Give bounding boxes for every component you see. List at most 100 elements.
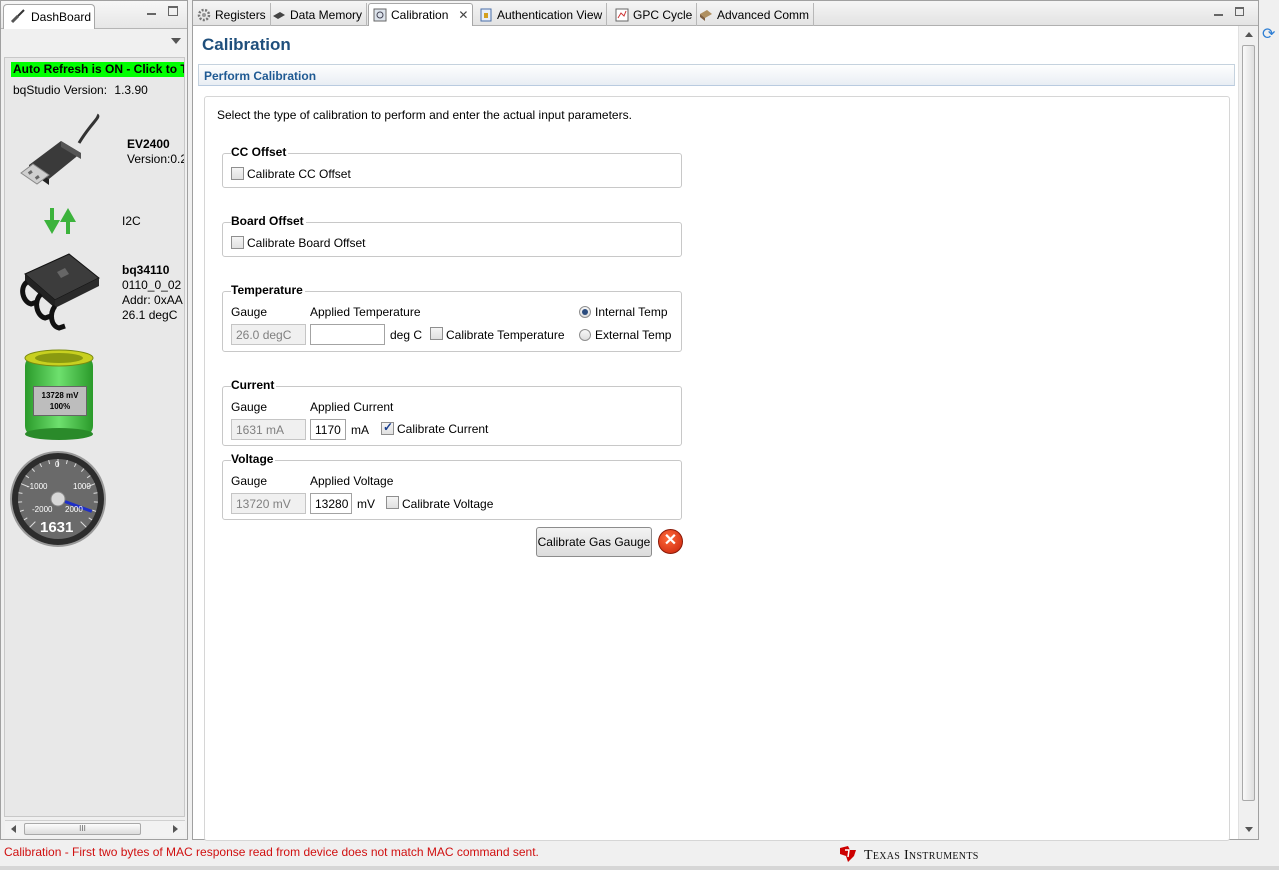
calibration-editor: Registers Data Memory Calibration ✕ Auth… [192,0,1259,841]
radio-label: Internal Temp [595,305,668,319]
group-title: CC Offset [231,145,289,159]
maximize-icon[interactable] [168,6,178,16]
battery-readout: 13728 mV 100% [33,386,87,416]
battery-percent: 100% [49,402,71,411]
adapter-name: EV2400 [127,137,170,151]
group-title: Board Offset [231,214,306,228]
applied-temperature-input[interactable] [310,324,385,345]
checkbox-label: Calibrate Temperature [446,328,565,342]
calibrate-current-checkbox[interactable] [381,420,394,435]
gear-icon [197,8,211,22]
tab-label: Advanced Comm [717,7,810,22]
scroll-right-icon[interactable] [173,825,178,833]
applied-label: Applied Temperature [310,305,421,319]
scrollbar-thumb[interactable]: III [24,823,141,835]
dashboard-content: Auto Refresh is ON - Click to Tu bqStudi… [4,57,185,817]
ti-logo-text: Texas Instruments [864,847,979,863]
gauge-tick-label: -1000 [27,482,48,491]
device-temperature: 26.1 degC [122,308,178,322]
dashboard-horizontal-scrollbar[interactable]: III [5,820,185,837]
checkbox-label: Calibrate Board Offset [247,236,366,250]
gauge-tick-label: -2000 [32,505,53,514]
board-offset-group: Board Offset Calibrate Board Offset [222,214,682,257]
applied-current-input[interactable]: 1170 [310,419,346,440]
gauge-tick [93,492,98,494]
comm-icon [699,8,713,22]
gauge-voltage-field: 13720 mV [231,493,306,514]
applied-label: Applied Voltage [310,474,394,488]
tab-gpc-cycle[interactable]: GPC Cycle [611,3,698,26]
gauge-tick-label: 1000 [73,482,91,491]
calibrate-cc-offset-checkbox[interactable] [231,167,244,180]
scrollbar-thumb[interactable] [1242,45,1255,801]
usb-adapter-icon [19,113,105,192]
auto-refresh-toggle[interactable]: Auto Refresh is ON - Click to Tu [11,62,184,77]
gauge-value: 1631 [40,519,74,536]
voltage-group: Voltage Gauge Applied Voltage 13720 mV 1… [222,452,682,520]
tab-data-memory[interactable]: Data Memory [268,3,368,26]
group-title: Voltage [231,452,276,466]
view-menu-icon[interactable] [171,38,181,44]
internal-temp-radio[interactable] [579,306,591,318]
radio-label: External Temp [595,328,672,342]
calibration-form: Select the type of calibration to perfor… [204,96,1230,841]
applied-voltage-input[interactable]: 13280 [310,493,352,514]
scroll-left-icon[interactable] [11,825,16,833]
tab-dashboard[interactable]: DashBoard [3,4,95,29]
version-value: 1.3.90 [114,83,148,97]
current-gauge: 0 -1000 1000 -2000 2000 1631 [10,451,106,547]
unit-label: mV [357,497,375,511]
version-label: bqStudio Version: [13,83,108,97]
chip-icon [17,248,103,335]
unit-label: mA [351,423,369,437]
unit-label: deg C [390,328,423,342]
tab-authentication-view[interactable]: Authentication View [475,3,608,26]
tab-label: Registers [215,7,266,22]
group-title: Temperature [231,283,305,297]
instruction-text: Select the type of calibration to perfor… [217,108,632,122]
gauge-label: Gauge [231,474,268,488]
tab-label: Data Memory [290,7,363,22]
checkbox-label: Calibrate Current [397,422,489,436]
calibrate-voltage-checkbox[interactable] [386,496,399,509]
bottom-border [0,866,1279,870]
checkbox-label: Calibrate CC Offset [247,167,351,181]
tab-calibration[interactable]: Calibration ✕ [368,3,474,26]
external-temp-radio[interactable] [579,329,591,341]
cancel-icon[interactable]: ✕ [658,529,683,554]
maximize-icon[interactable] [1235,7,1244,16]
bus-type: I2C [122,214,141,228]
status-message: Calibration - First two bytes of MAC res… [4,845,539,859]
gauge-tick-label: 2000 [65,505,83,514]
gauge-tick-label: 0 [55,460,60,469]
close-icon[interactable]: ✕ [458,8,468,22]
toolbar-strip [1259,0,1279,840]
tab-label: Authentication View [497,7,603,22]
ti-logo-icon [838,844,858,867]
tab-registers[interactable]: Registers [193,3,271,26]
version-line: bqStudio Version: 1.3.90 [13,83,148,97]
calibrate-gas-gauge-button[interactable]: Calibrate Gas Gauge [536,527,652,557]
section-header[interactable]: Perform Calibration [198,64,1235,86]
group-title: Current [231,378,277,392]
editor-tabbar: Registers Data Memory Calibration ✕ Auth… [193,1,1258,26]
editor-vertical-scrollbar[interactable] [1238,26,1258,839]
brush-icon [10,8,26,27]
current-group: Current Gauge Applied Current 1631 mA 11… [222,378,682,446]
calibrate-board-offset-checkbox[interactable] [231,236,244,249]
dashboard-tabbar: DashBoard [1,1,187,29]
gauge-label: Gauge [231,305,268,319]
scroll-down-icon[interactable] [1245,827,1253,832]
gpc-icon [615,8,629,22]
refresh-icon[interactable]: ⟳ [1262,24,1275,44]
checkbox-label: Calibrate Voltage [402,497,494,511]
scroll-up-icon[interactable] [1245,32,1253,37]
calibration-icon [373,8,387,22]
minimize-icon[interactable] [1214,7,1223,16]
tab-label: GPC Cycle [633,7,693,22]
tab-dashboard-label: DashBoard [31,10,92,24]
tab-advanced-comm[interactable]: Advanced Comm [695,3,815,26]
battery-voltage: 13728 mV [41,391,79,400]
calibrate-temperature-checkbox[interactable] [430,327,443,340]
minimize-icon[interactable] [147,6,156,15]
